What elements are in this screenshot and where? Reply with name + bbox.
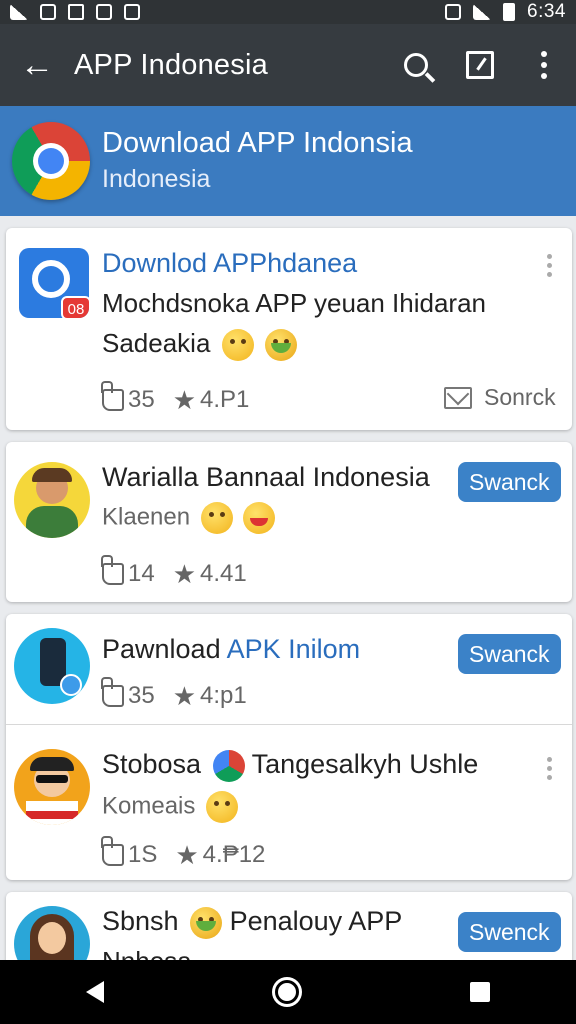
install-button[interactable]: Swanck	[458, 634, 561, 674]
nav-back-icon[interactable]	[85, 981, 104, 1003]
rating-value: 4.₱12	[202, 841, 266, 868]
app-stats: 14 ★ 4.41	[101, 555, 247, 589]
install-button[interactable]: Swanck	[458, 462, 561, 502]
app-subtitle-line: Komeais	[102, 791, 239, 823]
like-count: 35	[128, 386, 155, 413]
app-title-suffix: Penalouy APP	[229, 906, 403, 936]
app-subtitle: Komeais	[102, 792, 196, 820]
chrome-emoji-icon	[212, 749, 245, 782]
sick-emoji-icon	[264, 329, 297, 362]
bluetooth-icon	[445, 4, 462, 20]
sick-emoji-icon	[190, 906, 223, 939]
app-title-line: Stobosa Tangesalkyh Ushle	[102, 749, 478, 782]
like-count: 35	[128, 682, 155, 709]
like-count: 1S	[128, 841, 158, 868]
hero-banner[interactable]: Download APP Indonsia Indonesia	[0, 106, 576, 216]
app-subtitle-line: Klaenen	[102, 502, 276, 534]
thumbs-up-icon	[101, 381, 124, 411]
app-title[interactable]: Downlod APPhdanea	[102, 248, 357, 279]
avatar	[14, 462, 90, 538]
app-title-line: Sbnsh Penalouy APP	[102, 906, 402, 939]
rating-value: 4.41	[200, 560, 247, 587]
signal-icon	[10, 4, 28, 20]
star-icon: ★	[175, 840, 199, 870]
phone-icon	[68, 4, 84, 20]
install-button[interactable]: Swenck	[458, 912, 561, 952]
app-card[interactable]: 08 Downlod APPhdanea Mochdsnoka APP yeua…	[6, 228, 572, 430]
app-title[interactable]: Sbnsh	[102, 906, 179, 936]
wifi-icon	[473, 4, 492, 20]
app-description-text: Sadeakia	[102, 328, 211, 358]
app-card: Pawnload APK Inilom 35 ★ 4:p1 Swanck Sto…	[6, 614, 572, 880]
nav-home-icon[interactable]	[274, 980, 299, 1004]
app-title[interactable]: Stobosa	[102, 749, 201, 779]
star-icon: ★	[172, 559, 197, 589]
badge-count: 08	[61, 296, 89, 318]
thumbs-up-icon	[101, 836, 124, 866]
avatar	[14, 749, 90, 825]
app-title-text: Pawnload	[102, 634, 227, 664]
status-icons-right: 6:34	[445, 1, 566, 23]
page-title: APP Indonesia	[74, 48, 268, 81]
app-title-link[interactable]: APK Inilom	[227, 634, 361, 664]
more-options-button[interactable]	[512, 24, 576, 106]
smile-emoji-icon	[206, 791, 239, 823]
status-icons-left	[10, 4, 140, 20]
list-item[interactable]: Stobosa Tangesalkyh Ushle Komeais 1S ★ 4…	[6, 725, 572, 880]
mail-icon	[444, 386, 472, 409]
app-title-suffix: Tangesalkyh Ushle	[251, 749, 479, 779]
app-stats: 35 ★ 4.P1	[101, 381, 250, 415]
item-menu-button[interactable]	[547, 254, 552, 277]
thumbs-up-icon	[101, 677, 124, 707]
app-bar: ← APP Indonesia	[0, 24, 576, 106]
status-bar: 6:34	[0, 0, 576, 24]
like-count: 14	[128, 560, 155, 587]
search-button[interactable]	[384, 24, 448, 106]
laugh-emoji-icon	[243, 502, 276, 534]
nav-recent-apps-icon[interactable]	[470, 982, 491, 1002]
edit-icon	[466, 51, 494, 79]
chrome-logo-icon	[12, 122, 90, 200]
app-title: Pawnload APK Inilom	[102, 634, 360, 665]
app-description-line: Sadeakia	[102, 328, 297, 362]
app-card[interactable]: Warialla Bannaal Indonesia Klaenen 14 ★ …	[6, 442, 572, 602]
app-description: Mochdsnoka APP yeuan Ihidaran	[102, 288, 487, 318]
app-logo-icon: 08	[19, 248, 89, 318]
phone-app-icon	[14, 628, 90, 704]
app-title[interactable]: Warialla Bannaal Indonesia	[102, 462, 430, 493]
status-time: 6:34	[527, 1, 566, 22]
lock-icon	[124, 4, 140, 20]
rating-value: 4:p1	[200, 682, 247, 709]
star-icon: ★	[172, 681, 197, 711]
star-icon: ★	[172, 385, 197, 415]
app-stats: 1S ★ 4.₱12	[101, 836, 266, 870]
edit-button[interactable]	[448, 24, 512, 106]
rating-value: 4.P1	[200, 386, 250, 413]
smile-emoji-icon	[200, 502, 233, 534]
app-subtitle: Klaenen	[102, 503, 191, 531]
hero-title: Download APP Indonsia	[102, 127, 413, 159]
message-action[interactable]: Sonrck	[444, 384, 556, 411]
app-stats: 35 ★ 4:p1	[101, 677, 247, 711]
photo-icon	[96, 4, 112, 20]
notification-icon	[40, 4, 56, 20]
thumbs-up-icon	[101, 555, 124, 585]
battery-icon	[503, 3, 516, 21]
system-nav-bar	[0, 960, 576, 1024]
hero-subtitle: Indonesia	[102, 165, 211, 193]
more-vert-icon	[541, 51, 547, 79]
back-arrow-icon[interactable]: ←	[0, 24, 74, 106]
search-icon	[404, 53, 428, 77]
item-menu-button[interactable]	[547, 757, 552, 780]
smile-emoji-icon	[221, 329, 254, 362]
message-action-label: Sonrck	[484, 384, 556, 410]
list-item[interactable]: Pawnload APK Inilom 35 ★ 4:p1 Swanck	[6, 614, 572, 724]
